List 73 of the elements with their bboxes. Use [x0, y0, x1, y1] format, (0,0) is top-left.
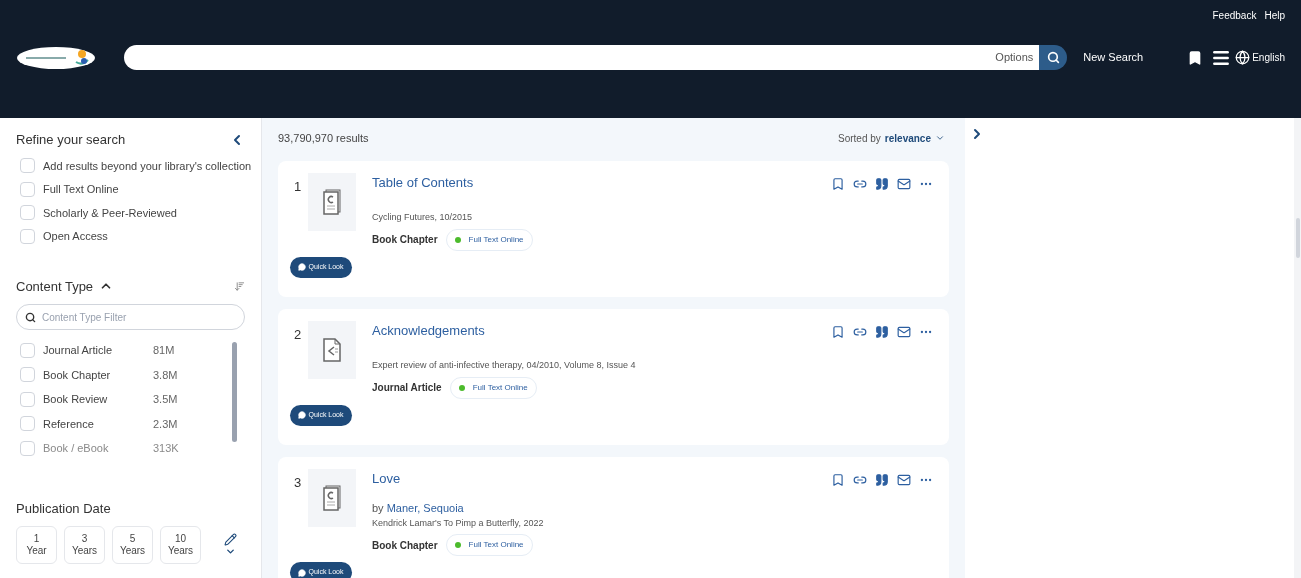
- results-count: 93,790,970 results: [278, 131, 369, 146]
- checkbox[interactable]: [20, 391, 35, 407]
- date-range-button[interactable]: 3 Years: [64, 526, 105, 564]
- checkbox[interactable]: [20, 181, 35, 197]
- content-type-count: 81M: [153, 343, 175, 358]
- content-type-label: Book Chapter: [372, 538, 438, 553]
- header-link[interactable]: Help: [1264, 8, 1285, 23]
- content-type-count: 3.8M: [153, 367, 178, 383]
- search-icon: [1046, 51, 1060, 64]
- speech-bubble-icon: [298, 263, 307, 271]
- checkbox[interactable]: [20, 158, 35, 174]
- search-icon: [25, 311, 36, 323]
- checkbox[interactable]: [20, 367, 35, 383]
- content-type-label: Journal Article: [372, 381, 442, 395]
- content-type-label[interactable]: Book Chapter: [43, 366, 153, 383]
- scrollbar-thumb[interactable]: [232, 342, 237, 442]
- content-type-count: 3.5M: [153, 392, 178, 407]
- filter-label[interactable]: Add results beyond your library's collection: [43, 157, 252, 174]
- date-range-button[interactable]: 10 Years: [160, 526, 201, 564]
- new-search-link[interactable]: New Search: [1083, 49, 1144, 66]
- content-type-count: 313K: [153, 441, 179, 456]
- globe-icon[interactable]: [1235, 50, 1251, 65]
- quote-icon[interactable]: [875, 176, 889, 191]
- content-type-count: 2.3M: [153, 416, 178, 432]
- source-text: Cycling Futures, 10/2015: [372, 211, 474, 224]
- checkbox[interactable]: [20, 228, 35, 244]
- email-icon[interactable]: [897, 324, 911, 339]
- search-button[interactable]: [1039, 45, 1068, 70]
- sort-dropdown[interactable]: Sorted by relevance: [838, 130, 945, 146]
- result-number: 2: [294, 325, 303, 344]
- content-type-label[interactable]: Book Review: [43, 391, 153, 408]
- date-range-button[interactable]: 1 Year: [16, 526, 57, 564]
- chevron-down-icon[interactable]: [225, 546, 236, 557]
- content-type-label[interactable]: Book / eBook: [43, 440, 153, 457]
- search-field[interactable]: Options: [124, 45, 1040, 70]
- quote-icon[interactable]: [875, 472, 889, 487]
- content-type-label: Book Chapter: [372, 233, 438, 247]
- email-icon[interactable]: [897, 472, 911, 487]
- header-link[interactable]: Feedback: [1212, 8, 1257, 23]
- article-document-icon: [323, 337, 341, 362]
- result-title-link[interactable]: Table of Contents: [372, 172, 831, 192]
- date-range-button[interactable]: 5 Years: [112, 526, 153, 564]
- section-title: Publication Date: [16, 499, 112, 518]
- source-text: Expert review of anti-infective therapy, 04/2010, Volume 8, Issue 4: [372, 359, 637, 372]
- speech-bubble-icon: [298, 568, 307, 577]
- email-icon[interactable]: [897, 176, 911, 191]
- checkbox[interactable]: [20, 205, 35, 221]
- filter-label[interactable]: Scholarly & Peer-Reviewed: [43, 204, 177, 221]
- language-selector[interactable]: English: [1252, 50, 1285, 65]
- content-type-label[interactable]: Journal Article: [43, 342, 153, 359]
- author-link[interactable]: Maner, Sequoia: [386, 502, 464, 514]
- logo-icon: [16, 45, 96, 70]
- result-number: 3: [294, 473, 303, 492]
- section-title: Content Type: [16, 277, 94, 296]
- chapter-document-icon: [323, 484, 341, 511]
- chapter-document-icon: [323, 188, 341, 215]
- sidebar-title: Refine your search: [16, 131, 126, 149]
- checkbox[interactable]: [20, 342, 35, 358]
- filter-label[interactable]: Open Access: [43, 228, 108, 245]
- checkbox[interactable]: [20, 440, 35, 456]
- result-title-link[interactable]: Love: [372, 468, 831, 488]
- author-prefix: by: [372, 502, 385, 514]
- options-button[interactable]: Options: [995, 49, 1040, 66]
- result-number: 1: [294, 177, 303, 196]
- filter-label[interactable]: Full Text Online: [43, 181, 119, 198]
- quote-icon[interactable]: [875, 324, 889, 339]
- source-text: Kendrick Lamar's To Pimp a Butterfly, 2022: [372, 516, 545, 530]
- speech-bubble-icon: [298, 411, 307, 419]
- checkbox[interactable]: [20, 416, 35, 432]
- sort-icon[interactable]: [234, 280, 245, 292]
- pencil-icon[interactable]: [224, 533, 237, 546]
- content-type-label[interactable]: Reference: [43, 415, 153, 432]
- result-title-link[interactable]: Acknowledgements: [372, 320, 831, 340]
